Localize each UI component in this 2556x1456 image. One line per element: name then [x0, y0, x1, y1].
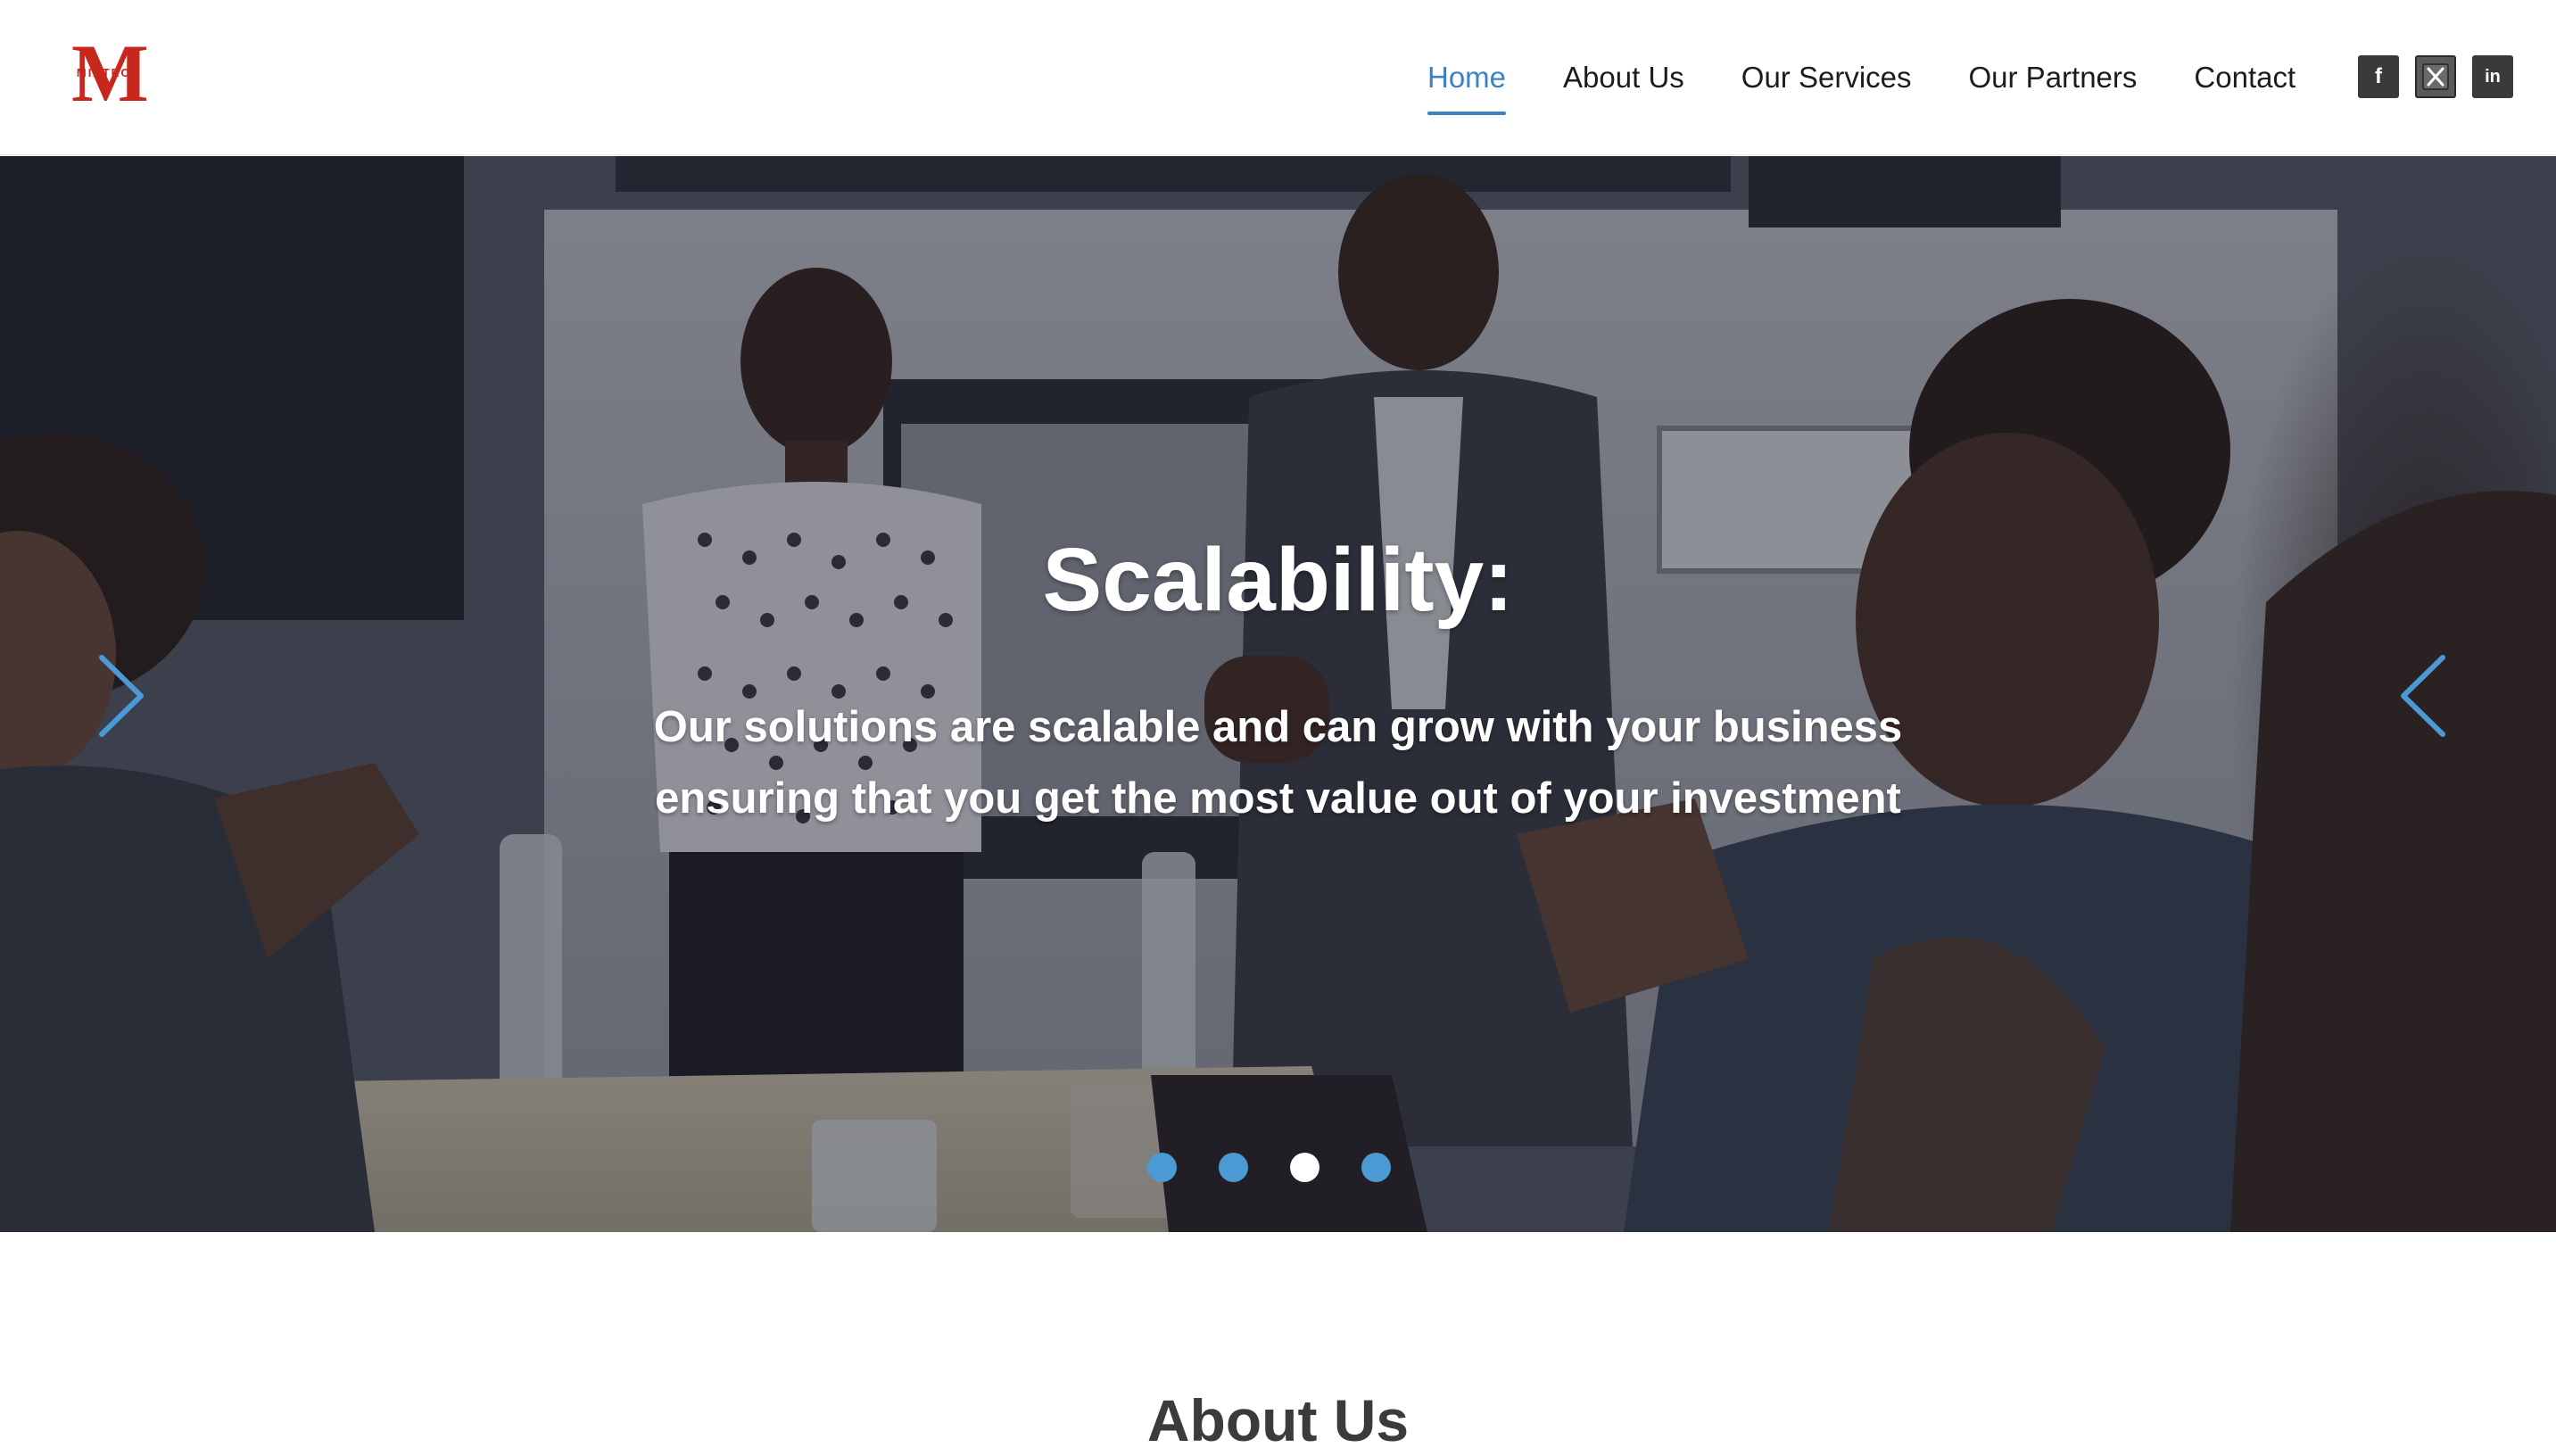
nav-item-our-partners[interactable]: Our Partners [1969, 60, 2138, 95]
slide-text: Our solutions are scalable and can grow … [653, 703, 1903, 823]
carousel-prev-arrow[interactable] [89, 647, 161, 745]
hero-carousel: Scalability: Our solutions are scalable … [0, 156, 2556, 1232]
nav-item-our-services[interactable]: Our Services [1741, 60, 1912, 95]
carousel-dot[interactable] [1361, 1153, 1391, 1182]
chevron-right-icon [99, 655, 144, 737]
nav-item-home[interactable]: Home [1427, 60, 1507, 115]
slide-title: Scalability: [1042, 530, 1514, 630]
nav-item-about-us[interactable]: About Us [1563, 60, 1684, 95]
carousel-dot-active[interactable] [1290, 1153, 1319, 1182]
chevron-left-icon [2401, 655, 2445, 737]
social-links: f in [2358, 55, 2513, 98]
x-logo-glyph [2422, 63, 2449, 90]
facebook-glyph: f [2375, 64, 2382, 88]
about-us-heading: About Us [1146, 1387, 1410, 1453]
logo-word: MIATECH [76, 66, 142, 79]
linkedin-icon[interactable]: in [2472, 55, 2513, 98]
linkedin-glyph: in [2485, 66, 2501, 87]
carousel-dot[interactable] [1219, 1153, 1248, 1182]
facebook-icon[interactable]: f [2358, 55, 2399, 98]
carousel-indicators [1147, 1153, 1391, 1182]
nav-item-contact[interactable]: Contact [2194, 60, 2295, 95]
x-twitter-icon[interactable] [2415, 55, 2456, 98]
main-nav: Home About Us Our Services Our Partners … [1427, 0, 2353, 155]
carousel-dot[interactable] [1147, 1153, 1177, 1182]
logo[interactable]: M MIATECH [71, 32, 149, 114]
site-header: M MIATECH Home About Us Our Services Our… [0, 0, 2556, 155]
carousel-next-arrow[interactable] [2387, 647, 2459, 745]
